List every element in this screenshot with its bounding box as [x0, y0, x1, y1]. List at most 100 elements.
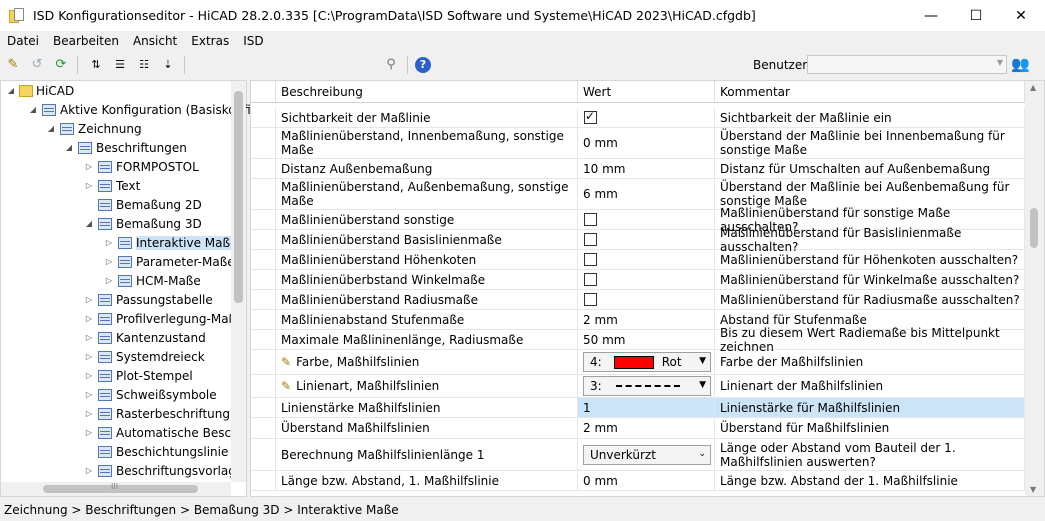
menu-ansicht[interactable]: Ansicht — [126, 34, 184, 48]
tree-horizontal-scrollbar[interactable]: III — [1, 482, 231, 496]
value-cell[interactable]: 10 mm — [578, 159, 715, 178]
scroll-down-icon[interactable]: ▼ — [1030, 485, 1036, 494]
expand-arrow-icon[interactable]: ▷ — [84, 295, 94, 304]
collapse-arrow-icon[interactable]: ◢ — [6, 86, 16, 95]
user-select[interactable]: ▼ — [807, 55, 1007, 74]
expand-arrow-icon[interactable]: ▷ — [84, 352, 94, 361]
value-cell[interactable]: 2 mm — [578, 418, 715, 438]
row-header[interactable] — [251, 270, 276, 289]
tree-node[interactable]: ▷ Plot-Stempel — [84, 366, 193, 385]
scrollbar-thumb[interactable] — [43, 485, 198, 493]
level-2-icon[interactable]: ☰ — [109, 54, 131, 76]
table-row[interactable]: Linienstärke Maßhilfslinien 1 Linienstärke… — [251, 398, 1025, 418]
minimize-button[interactable]: — — [908, 0, 954, 31]
tree-node[interactable]: ▷ Interaktive Maße — [104, 233, 238, 252]
undo-icon[interactable]: ↺ — [26, 54, 48, 76]
table-row[interactable]: Maßlinienüberstand Basislinienmaße Maßlin… — [251, 226, 1025, 254]
column-header-beschreibung[interactable]: Beschreibung — [276, 81, 578, 103]
search-binoculars-icon[interactable]: ⚲ — [380, 54, 402, 76]
value-checkbox[interactable] — [584, 273, 597, 286]
grid-vertical-scrollbar[interactable]: ▲ ▼ — [1025, 81, 1044, 496]
tree-node[interactable]: ▷ Schweißsymbole — [84, 385, 217, 404]
value-cell[interactable]: 0 mm — [578, 471, 715, 490]
row-header[interactable] — [251, 418, 276, 438]
tree-node[interactable]: ▷ Parameter-Maße — [104, 252, 235, 271]
table-row[interactable]: ✎ Farbe, Maßhilfslinien Farbe der Maßhilfs… — [251, 350, 1025, 375]
tree-node[interactable]: ◢ Bemaßung 3D — [84, 214, 202, 233]
row-header[interactable] — [251, 471, 276, 490]
value-cell[interactable] — [578, 270, 715, 289]
expand-arrow-icon[interactable]: ▷ — [84, 428, 94, 437]
row-header[interactable] — [251, 250, 276, 269]
menu-extras[interactable]: Extras — [184, 34, 236, 48]
scrollbar-thumb[interactable] — [1030, 208, 1038, 248]
tree-node[interactable]: ▷ Rasterbeschriftung — [84, 404, 230, 423]
expand-arrow-icon[interactable]: ▷ — [84, 162, 94, 171]
row-header[interactable] — [251, 179, 276, 209]
tree-node[interactable]: ▷ HCM-Maße — [104, 271, 201, 290]
value-cell[interactable] — [578, 230, 715, 249]
row-header[interactable] — [251, 159, 276, 178]
expand-arrow-icon[interactable]: ▷ — [84, 409, 94, 418]
column-header-wert[interactable]: Wert — [578, 81, 715, 103]
row-header[interactable] — [251, 330, 276, 349]
table-row[interactable]: Berechnung Maßhilfslinienlänge 1 Länge od… — [251, 439, 1025, 471]
tree-node[interactable]: ▷ Profilverlegung-Maße — [84, 309, 244, 328]
expand-arrow-icon[interactable]: ▷ — [84, 181, 94, 190]
tree-node[interactable]: ▷ Text — [84, 176, 140, 195]
users-icon[interactable]: 👥 — [1011, 55, 1031, 75]
menu-isd[interactable]: ISD — [236, 34, 270, 48]
row-header[interactable] — [251, 210, 276, 229]
expand-arrow-icon[interactable]: ▷ — [104, 276, 114, 285]
table-row[interactable]: Maßlinienüberstand Höhenkoten Maßlinienüb… — [251, 250, 1025, 270]
row-header[interactable] — [251, 108, 276, 127]
menu-bearbeiten[interactable]: Bearbeiten — [46, 34, 126, 48]
table-row[interactable]: ✎ Linienart, Maßhilfslinien Linienart der … — [251, 375, 1025, 398]
tree-node[interactable]: ▷ Beschriftungsvorlage — [84, 461, 243, 480]
tree-node[interactable]: ▷ Systemdreieck — [84, 347, 205, 366]
color-select[interactable]: 4: Rot ▼ — [583, 352, 711, 372]
expand-arrow-icon[interactable]: ▷ — [104, 257, 114, 266]
row-header[interactable] — [251, 128, 276, 158]
table-row[interactable]: Distanz Außenbemaßung 10 mm Distanz für Um… — [251, 159, 1025, 179]
value-checkbox[interactable] — [584, 213, 597, 226]
value-checkbox[interactable] — [584, 109, 597, 124]
value-checkbox[interactable] — [584, 233, 597, 246]
expand-arrow-icon[interactable]: ▷ — [84, 390, 94, 399]
tree-node[interactable]: Beschichtungslinie in — [84, 442, 243, 461]
value-cell[interactable] — [578, 290, 715, 309]
row-header[interactable] — [251, 230, 276, 249]
expand-arrow-icon[interactable]: ▷ — [84, 333, 94, 342]
tree-node[interactable]: ▷ Kantenzustand — [84, 328, 206, 347]
value-cell[interactable] — [578, 250, 715, 269]
row-header[interactable] — [251, 350, 276, 374]
table-row[interactable]: Maximale Maßlininenlänge, Radiusmaße 50 m… — [251, 326, 1025, 354]
tree-node[interactable]: ▷ FORMPOSTOL — [84, 157, 199, 176]
table-row[interactable]: Länge bzw. Abstand, 1. Maßhilfslinie 0 mm… — [251, 471, 1025, 491]
table-row[interactable]: Maßlinienüberstand Radiusmaße Maßlinienüb… — [251, 290, 1025, 310]
expand-arrow-icon[interactable]: ▷ — [104, 238, 114, 247]
calculation-select[interactable]: Unverkürzt ⌄ — [583, 445, 711, 465]
chevron-down-icon[interactable]: ▼ — [699, 356, 706, 366]
scroll-up-icon[interactable]: ▲ — [1030, 83, 1036, 92]
value-cell[interactable] — [578, 108, 715, 127]
edit-pencil-icon[interactable]: ✎ — [2, 54, 24, 76]
chevron-down-icon[interactable]: ⌄ — [698, 449, 706, 459]
collapse-arrow-icon[interactable]: ◢ — [64, 143, 74, 152]
tree-vertical-scrollbar[interactable] — [231, 81, 246, 482]
refresh-icon[interactable]: ⟳ — [50, 54, 72, 76]
expand-arrow-icon[interactable]: ▷ — [84, 466, 94, 475]
help-icon[interactable]: ? — [415, 56, 431, 73]
tree-node[interactable]: ◢ Zeichnung — [46, 119, 142, 138]
row-header[interactable] — [251, 439, 276, 470]
level-down-icon[interactable]: ⇣ — [157, 54, 179, 76]
collapse-arrow-icon[interactable]: ◢ — [84, 219, 94, 228]
value-cell[interactable] — [578, 210, 715, 229]
menu-datei[interactable]: Datei — [0, 34, 46, 48]
tree-node[interactable]: Bemaßung 2D — [84, 195, 202, 214]
tree-node[interactable]: ◢ Beschriftungen — [64, 138, 187, 157]
row-header[interactable] — [251, 290, 276, 309]
expand-arrow-icon[interactable]: ▷ — [84, 314, 94, 323]
tree-node[interactable]: ▷ Automatische Beschr — [84, 423, 244, 442]
scrollbar-thumb[interactable] — [234, 91, 243, 303]
